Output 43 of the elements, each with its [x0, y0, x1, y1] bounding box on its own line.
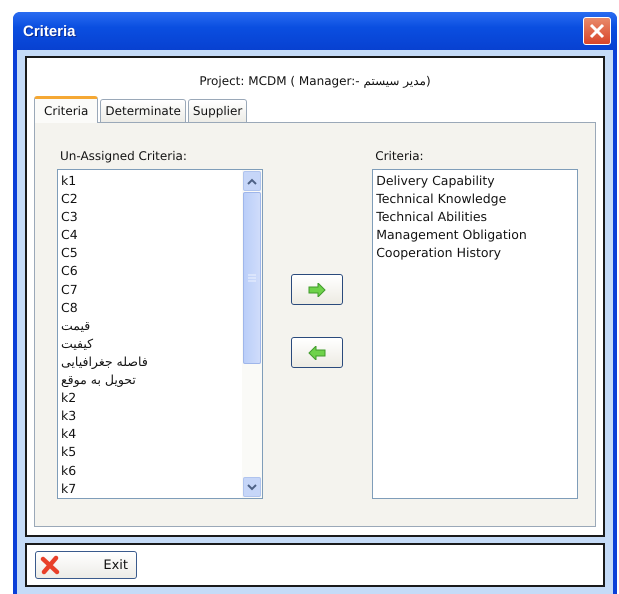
list-item[interactable]: C5 — [61, 244, 239, 262]
list-item[interactable]: فاصله جغرافیایی — [61, 352, 239, 372]
scroll-thumb[interactable] — [242, 192, 261, 364]
move-right-button[interactable] — [290, 274, 343, 305]
list-item[interactable]: Technical Abilities — [376, 208, 574, 226]
list-item[interactable]: C7 — [61, 280, 239, 299]
tab[interactable]: Criteria — [34, 96, 98, 123]
scroll-down-icon[interactable] — [242, 477, 261, 497]
criteria-list[interactable]: Delivery Capability Technical Knowledge Technical Abilities Management Obligation Cooperation History — [372, 169, 578, 499]
tab[interactable]: Determinate — [100, 99, 186, 122]
list-item[interactable]: قیمت — [61, 316, 239, 335]
list-item[interactable]: Delivery Capability — [376, 172, 574, 190]
scroll-up-icon[interactable] — [242, 171, 261, 191]
list-label: Un-Assigned Criteria: — [59, 149, 188, 165]
list-item[interactable]: k4 — [61, 425, 239, 444]
close-icon — [588, 22, 606, 40]
close-button[interactable] — [583, 17, 611, 45]
move-left-button[interactable] — [290, 337, 343, 368]
project-label: Project: MCDM ( Manager:- مدیر سیستم) — [198, 73, 432, 90]
list-item[interactable]: Technical Knowledge — [376, 190, 574, 208]
list-item[interactable]: Management Obligation — [376, 226, 574, 244]
window-title: Criteria — [22, 22, 76, 40]
list-label: Criteria: — [374, 149, 425, 165]
list-item[interactable]: k5 — [61, 443, 239, 462]
list-item[interactable]: C6 — [61, 262, 239, 281]
scrollbar[interactable] — [242, 170, 262, 498]
list-item[interactable]: C2 — [61, 190, 239, 208]
list-item[interactable]: تحویل به موقع — [61, 371, 239, 390]
cross-icon — [40, 555, 60, 575]
exit-button[interactable]: Exit — [35, 551, 137, 579]
list-item[interactable]: C4 — [61, 226, 239, 244]
list-item[interactable]: k6 — [61, 462, 239, 480]
list-item[interactable]: Cooperation History — [376, 244, 574, 262]
left-arrow-icon — [308, 346, 326, 360]
list-item[interactable]: کیفیت — [61, 334, 239, 353]
list-item[interactable]: k1 — [61, 172, 239, 190]
tab[interactable]: Supplier — [188, 99, 248, 122]
list-item[interactable]: k7 — [61, 480, 239, 498]
list-item[interactable]: C3 — [61, 208, 239, 226]
list-item[interactable]: C8 — [61, 298, 239, 317]
list-item[interactable]: k3 — [61, 407, 239, 426]
list-item[interactable]: k2 — [61, 389, 239, 408]
right-arrow-icon — [308, 282, 326, 296]
